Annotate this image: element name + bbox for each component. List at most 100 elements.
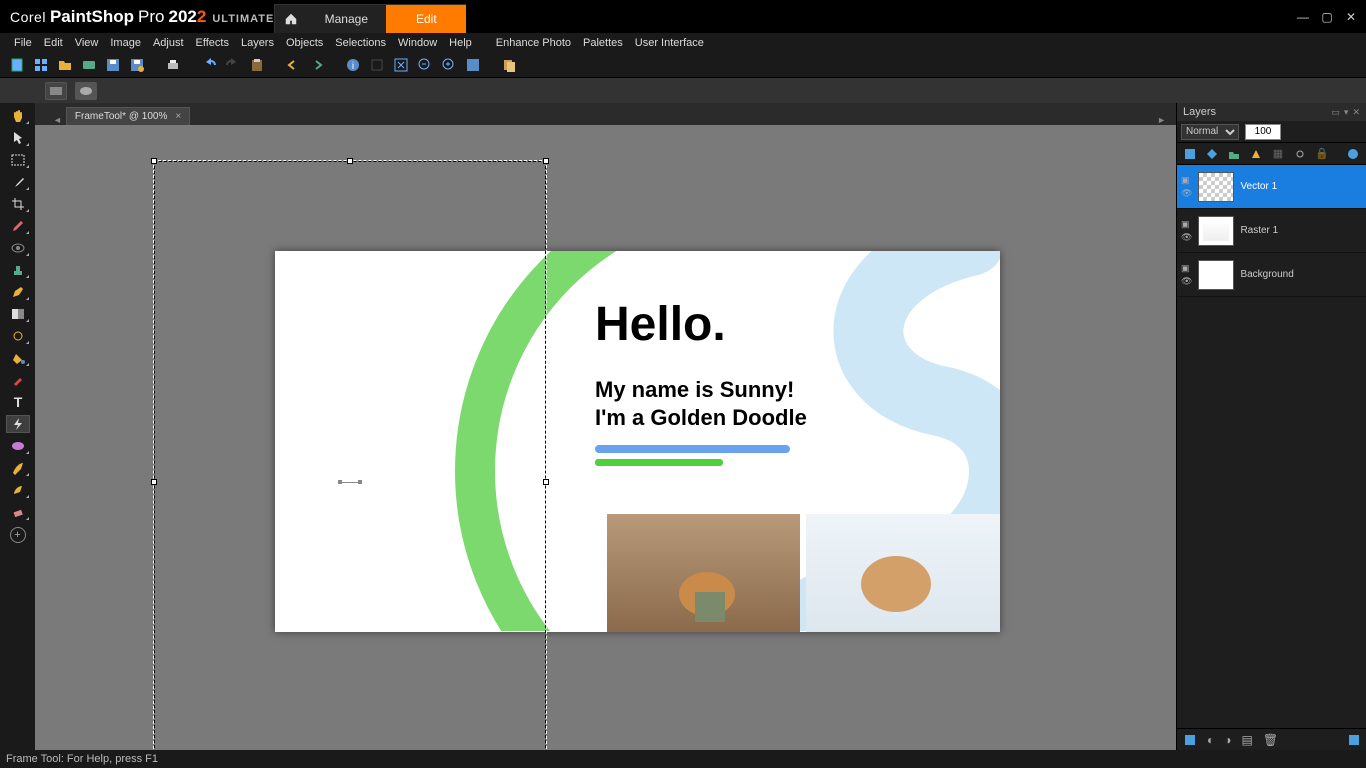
paste-icon[interactable] (248, 56, 266, 74)
panel-dock-icon[interactable]: ▭ (1331, 107, 1340, 118)
delete-layer-icon[interactable]: 🗑 (1263, 733, 1278, 747)
menu-enhance[interactable]: Enhance Photo (490, 37, 577, 49)
maximize-button[interactable]: ▢ (1320, 10, 1334, 24)
rotation-pivot[interactable] (340, 482, 360, 483)
fit-icon[interactable] (392, 56, 410, 74)
handle-ml[interactable] (151, 479, 157, 485)
edit-tab[interactable]: Edit (386, 4, 466, 33)
frame-rect-button[interactable] (45, 82, 67, 100)
eraser-tool[interactable] (6, 503, 30, 521)
menu-effects[interactable]: Effects (190, 37, 235, 49)
menu-help[interactable]: Help (443, 37, 478, 49)
blend-mode-select[interactable]: Normal (1181, 124, 1239, 140)
redeye-tool[interactable] (6, 239, 30, 257)
fullscreen-icon[interactable] (464, 56, 482, 74)
crop-tool[interactable] (6, 195, 30, 213)
visibility-icon[interactable]: 👁 (1181, 276, 1192, 287)
color-tool[interactable] (6, 371, 30, 389)
menu-file[interactable]: File (8, 37, 38, 49)
brush-tool[interactable] (6, 217, 30, 235)
text-tool[interactable]: T (6, 393, 30, 411)
manage-tab[interactable]: Manage (306, 4, 386, 33)
opacity-input[interactable] (1245, 124, 1281, 140)
fill-tool[interactable] (6, 349, 30, 367)
canvas[interactable]: Hello. My name is Sunny! I'm a Golden Do… (35, 125, 1176, 750)
pan-tool[interactable] (6, 107, 30, 125)
gradient-tool[interactable] (6, 305, 30, 323)
globe-icon[interactable] (1346, 147, 1360, 161)
menu-edit[interactable]: Edit (38, 37, 69, 49)
zoom-in-icon[interactable] (440, 56, 458, 74)
scan-icon[interactable] (80, 56, 98, 74)
grid-icon[interactable] (32, 56, 50, 74)
handle-tl[interactable] (151, 158, 157, 164)
visibility-icon[interactable]: 👁 (1181, 232, 1192, 243)
photo-2 (806, 514, 1000, 632)
menu-view[interactable]: View (69, 37, 105, 49)
paint-tool[interactable] (6, 283, 30, 301)
merge-icon[interactable]: ▤ (1242, 733, 1253, 747)
saveas-icon[interactable] (128, 56, 146, 74)
art-brush-tool[interactable] (6, 459, 30, 477)
mask-icon[interactable]: ◑ (1224, 733, 1231, 747)
smudge-tool[interactable] (6, 481, 30, 499)
menu-adjust[interactable]: Adjust (147, 37, 190, 49)
redo-arrow-icon[interactable] (308, 56, 326, 74)
hello-heading: Hello. (595, 297, 726, 352)
handle-tr[interactable] (543, 158, 549, 164)
effects-icon[interactable] (1249, 147, 1263, 161)
add-tool-button[interactable]: + (10, 527, 26, 543)
menu-palettes[interactable]: Palettes (577, 37, 629, 49)
titlebar: Corel PaintShop Pro 2022 ULTIMATE Manage… (0, 0, 1366, 33)
menu-image[interactable]: Image (104, 37, 147, 49)
clone-tool[interactable] (6, 261, 30, 279)
lock-icon[interactable]: 🔒 (1315, 147, 1329, 161)
save-icon[interactable] (104, 56, 122, 74)
new-raster-icon[interactable] (1183, 733, 1197, 747)
menu-window[interactable]: Window (392, 37, 443, 49)
minimize-button[interactable]: — (1296, 10, 1310, 24)
pick-tool[interactable] (6, 129, 30, 147)
menu-selections[interactable]: Selections (329, 37, 392, 49)
tab-scroll-left[interactable]: ◄ (49, 115, 66, 125)
resize-icon[interactable] (368, 56, 386, 74)
visibility-icon[interactable]: 👁 (1181, 188, 1192, 199)
menu-objects[interactable]: Objects (280, 37, 329, 49)
expand-icon[interactable] (1348, 734, 1360, 746)
info-icon[interactable]: i (344, 56, 362, 74)
copy-icon[interactable] (500, 56, 518, 74)
new-layer-icon[interactable] (1183, 147, 1197, 161)
shape-tool[interactable] (6, 437, 30, 455)
new-adjust-icon[interactable]: ◐ (1207, 733, 1214, 747)
print-icon[interactable] (164, 56, 182, 74)
selection-tool[interactable] (6, 151, 30, 169)
undo-arrow-icon[interactable] (284, 56, 302, 74)
menu-ui[interactable]: User Interface (629, 37, 710, 49)
open-icon[interactable] (56, 56, 74, 74)
duplicate-icon[interactable]: ▦ (1271, 147, 1285, 161)
layer-raster1[interactable]: ▣👁 Raster 1 (1177, 209, 1366, 253)
frame-selection[interactable] (153, 160, 547, 750)
handle-tm[interactable] (347, 158, 353, 164)
document-tab[interactable]: FrameTool* @ 100% × (66, 107, 190, 125)
layer-vector1[interactable]: ▣👁 Vector 1 (1177, 165, 1366, 209)
panel-close-icon[interactable]: ✕ (1352, 107, 1360, 118)
layer-background[interactable]: ▣👁 Background (1177, 253, 1366, 297)
frame-tool[interactable] (6, 415, 30, 433)
home-tab[interactable] (274, 4, 306, 33)
panel-menu-icon[interactable]: ▾ (1344, 107, 1349, 118)
lighten-tool[interactable] (6, 327, 30, 345)
dropper-tool[interactable] (6, 173, 30, 191)
tab-scroll-right[interactable]: ► (1153, 115, 1170, 125)
link-icon[interactable] (1293, 147, 1307, 161)
handle-mr[interactable] (543, 479, 549, 485)
new-mask-icon[interactable] (1205, 147, 1219, 161)
zoom-out-icon[interactable] (416, 56, 434, 74)
new-group-icon[interactable] (1227, 147, 1241, 161)
new-file-icon[interactable] (8, 56, 26, 74)
undo-icon[interactable] (200, 56, 218, 74)
close-button[interactable]: ✕ (1344, 10, 1358, 24)
document-tab-close[interactable]: × (175, 111, 181, 122)
frame-ellipse-button[interactable] (75, 82, 97, 100)
menu-layers[interactable]: Layers (235, 37, 280, 49)
